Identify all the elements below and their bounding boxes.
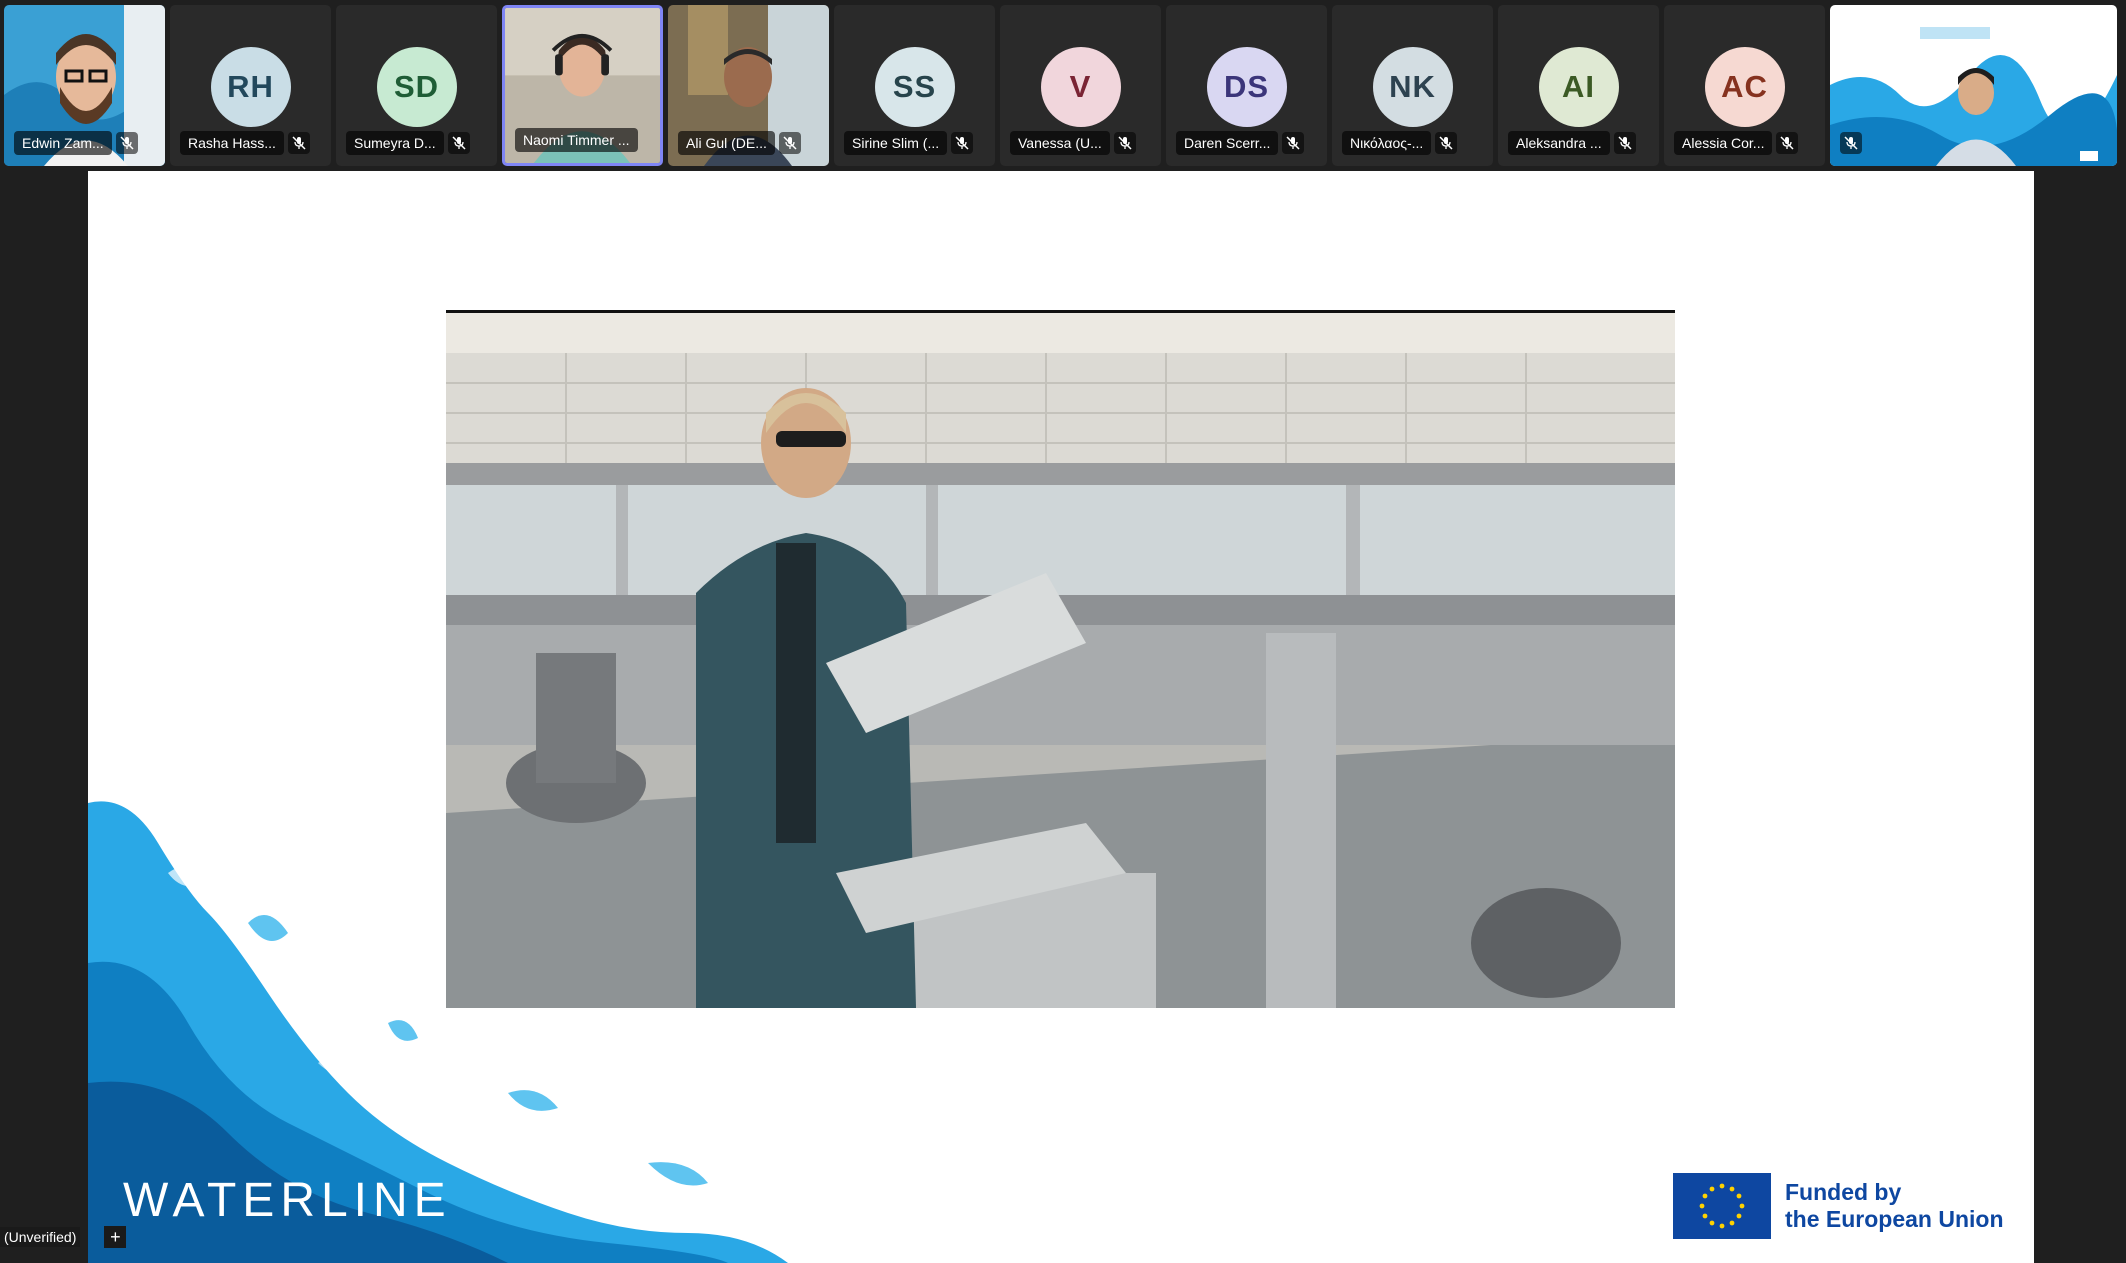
waterline-logo: WATERLINE <box>123 1174 452 1227</box>
avatar: AI <box>1538 47 1619 127</box>
eu-funding-badge: Funded by the European Union <box>1673 1173 2004 1239</box>
mic-muted-icon <box>447 132 470 154</box>
mic-muted-icon <box>1776 132 1799 154</box>
participant-name: Edwin Zam... <box>14 131 112 155</box>
nameplate: Ali Gul (DE... <box>678 130 819 156</box>
mic-muted-icon <box>115 132 138 154</box>
mic-muted-icon <box>1613 132 1636 154</box>
mic-muted-icon <box>1282 132 1305 154</box>
participant-tile[interactable]: DS Daren Scerr... <box>1166 5 1327 166</box>
participant-name: Vanessa (U... <box>1010 131 1110 155</box>
avatar: SS <box>874 47 955 127</box>
nameplate: Vanessa (U... <box>1010 130 1151 156</box>
participant-name: Aleksandra ... <box>1508 131 1610 155</box>
mic-muted-icon <box>778 132 801 154</box>
participant-name: Alessia Cor... <box>1674 131 1773 155</box>
mic-muted-icon <box>951 132 974 154</box>
unverified-label: (Unverified) <box>0 1227 81 1247</box>
avatar: V <box>1040 47 1121 127</box>
shared-screen-slide: WATERLINE Funded by the European Union <box>88 171 2034 1263</box>
nameplate: Alessia Cor... <box>1674 130 1815 156</box>
eu-flag-icon <box>1673 1173 1771 1239</box>
eu-funding-line2: the European Union <box>1785 1206 2004 1232</box>
photo-image <box>446 313 1675 1008</box>
participant-tile[interactable]: SD Sumeyra D... <box>336 5 497 166</box>
participant-tile[interactable]: RH Rasha Hass... <box>170 5 331 166</box>
avatar: AC <box>1704 47 1785 127</box>
participant-tile[interactable]: V Vanessa (U... <box>1000 5 1161 166</box>
mic-muted-icon <box>287 132 310 154</box>
participant-name: Sumeyra D... <box>346 131 444 155</box>
participant-name: Rasha Hass... <box>180 131 284 155</box>
mic-muted-icon <box>1113 132 1136 154</box>
participant-tile[interactable]: AI Aleksandra ... <box>1498 5 1659 166</box>
participant-name: Νικόλαος-... <box>1342 131 1432 155</box>
participant-tile[interactable]: NK Νικόλαος-... <box>1332 5 1493 166</box>
nameplate: Νικόλαος-... <box>1342 130 1483 156</box>
lab-flume-photo <box>446 310 1675 1008</box>
eu-funding-line1: Funded by <box>1785 1179 1902 1205</box>
participant-tile[interactable]: AC Alessia Cor... <box>1664 5 1825 166</box>
avatar: RH <box>210 47 291 127</box>
participant-name: Ali Gul (DE... <box>678 131 775 155</box>
mic-muted-icon <box>1435 132 1458 154</box>
nameplate: Sirine Slim (... <box>844 130 985 156</box>
eu-funding-text: Funded by the European Union <box>1785 1179 2004 1233</box>
participant-tile[interactable]: Ali Gul (DE... <box>668 5 829 166</box>
mic-muted-icon <box>1840 132 1862 154</box>
verification-status: (Unverified) + <box>0 1226 127 1248</box>
nameplate: Edwin Zam... <box>14 130 155 156</box>
avatar: SD <box>376 47 457 127</box>
nameplate: Aleksandra ... <box>1508 130 1649 156</box>
nameplate <box>1840 130 1862 156</box>
nameplate: Naomi Timmer ... <box>515 127 650 153</box>
participant-name: Daren Scerr... <box>1176 131 1279 155</box>
participant-name: Sirine Slim (... <box>844 131 948 155</box>
avatar: NK <box>1372 47 1453 127</box>
avatar: DS <box>1206 47 1287 127</box>
self-view-tile[interactable] <box>1830 5 2117 166</box>
participant-strip: Edwin Zam... RH Rasha Hass... SD Sumeyra… <box>0 0 2126 170</box>
participant-name: Naomi Timmer ... <box>515 128 638 152</box>
nameplate: Sumeyra D... <box>346 130 487 156</box>
participant-tile[interactable]: Edwin Zam... <box>4 5 165 166</box>
participant-video <box>1830 5 2117 166</box>
add-button[interactable]: + <box>104 1226 127 1248</box>
participant-tile[interactable]: SS Sirine Slim (... <box>834 5 995 166</box>
participant-tile-speaking[interactable]: Naomi Timmer ... <box>502 5 663 166</box>
nameplate: Daren Scerr... <box>1176 130 1317 156</box>
nameplate: Rasha Hass... <box>180 130 321 156</box>
